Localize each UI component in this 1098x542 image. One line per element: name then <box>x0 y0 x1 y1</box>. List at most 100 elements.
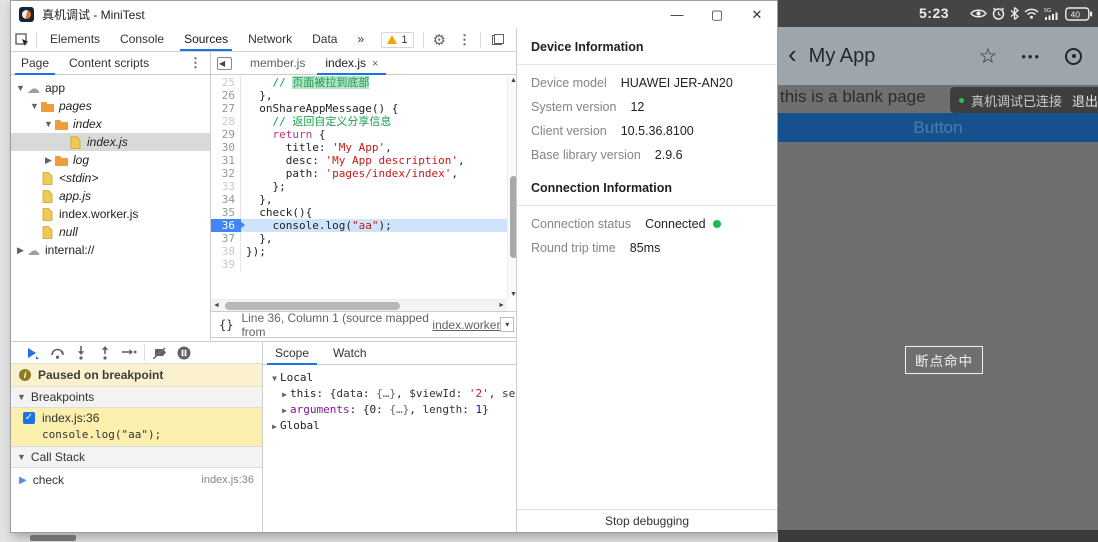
triangle-right-icon[interactable]: ▶ <box>43 155 54 166</box>
record-icon[interactable] <box>1065 48 1082 65</box>
triangle-down-icon[interactable]: ▼ <box>29 101 40 111</box>
editor-tab-member-js[interactable]: member.js <box>240 52 315 75</box>
code-line-39[interactable]: 39 <box>211 258 507 271</box>
line-number[interactable]: 30 <box>211 141 241 154</box>
line-number[interactable]: 39 <box>211 258 241 271</box>
gear-icon[interactable]: ⚙ <box>433 31 446 49</box>
line-number[interactable]: 27 <box>211 102 241 115</box>
line-number[interactable]: 29 <box>211 128 241 141</box>
line-number[interactable]: 32 <box>211 167 241 180</box>
devtools-tab-sources[interactable]: Sources <box>174 28 238 51</box>
line-number[interactable]: 26 <box>211 89 241 102</box>
devtools-tab-network[interactable]: Network <box>238 28 302 51</box>
triangle-right-icon[interactable]: ▶ <box>269 418 280 434</box>
step-into-icon[interactable] <box>69 346 93 360</box>
status-more-icon[interactable]: ▾ <box>500 317 514 332</box>
tree-item-pages[interactable]: ▼pages <box>11 97 210 115</box>
scope-row-3[interactable]: ▶Global <box>269 418 518 434</box>
triangle-right-icon[interactable]: ▶ <box>15 245 26 256</box>
code-line-33[interactable]: 33 }; <box>211 180 507 193</box>
tree-item-internal-[interactable]: ▶☁internal:// <box>11 241 210 259</box>
code-line-34[interactable]: 34 }, <box>211 193 507 206</box>
tree-item-log[interactable]: ▶log <box>11 151 210 169</box>
tab-watch[interactable]: Watch <box>321 342 379 365</box>
undock-icon[interactable] <box>492 34 504 45</box>
tree-item-index[interactable]: ▼index <box>11 115 210 133</box>
code-editor[interactable]: 25 // 页面被拉到底部26 },27 onShareAppMessage()… <box>211 76 507 299</box>
call-stack-frame[interactable]: ▶ check index.js:36 <box>11 468 262 492</box>
code-line-28[interactable]: 28 // 返回自定义分享信息 <box>211 115 507 128</box>
triangle-down-icon[interactable]: ▼ <box>269 370 280 386</box>
line-number[interactable]: 38 <box>211 245 241 258</box>
tree-item-index-js[interactable]: index.js <box>11 133 210 151</box>
call-stack-section-header[interactable]: ▼ Call Stack <box>11 447 262 468</box>
line-number[interactable]: 33 <box>211 180 241 193</box>
back-icon[interactable]: ‹ <box>788 39 797 70</box>
triangle-down-icon[interactable]: ▼ <box>43 119 54 129</box>
favorite-star-icon[interactable]: ☆ <box>979 44 998 69</box>
minimize-button[interactable]: — <box>657 2 697 28</box>
code-line-35[interactable]: 35 check(){ <box>211 206 507 219</box>
inspect-element-icon[interactable] <box>11 33 33 47</box>
step-over-icon[interactable] <box>45 347 69 359</box>
warnings-badge[interactable]: 1 <box>381 32 413 48</box>
code-line-38[interactable]: 38}); <box>211 245 507 258</box>
editor-tab-index-js[interactable]: index.js× <box>315 52 388 75</box>
tree-item--stdin-[interactable]: <stdin> <box>11 169 210 187</box>
horizontal-scrollbar[interactable]: ◄ ► <box>211 299 507 311</box>
more-tabs-chevron[interactable]: » <box>347 28 374 51</box>
scope-row-1[interactable]: ▶this: {data: {…}, $viewId: '2', setData… <box>269 386 518 402</box>
stop-debugging-button[interactable]: Stop debugging <box>517 509 777 532</box>
resume-script-icon[interactable] <box>21 347 45 359</box>
triangle-right-icon[interactable]: ▶ <box>279 386 290 402</box>
tree-item-null[interactable]: null <box>11 223 210 241</box>
tab-scope[interactable]: Scope <box>263 342 321 365</box>
code-line-31[interactable]: 31 desc: 'My App description', <box>211 154 507 167</box>
step-out-icon[interactable] <box>93 346 117 360</box>
kebab-menu-icon[interactable]: ⋮ <box>458 32 471 48</box>
close-tab-icon[interactable]: × <box>372 58 378 70</box>
code-line-27[interactable]: 27 onShareAppMessage() { <box>211 102 507 115</box>
code-line-25[interactable]: 25 // 页面被拉到底部 <box>211 76 507 89</box>
close-button[interactable]: ✕ <box>737 2 777 28</box>
devtools-tab-data[interactable]: Data <box>302 28 347 51</box>
breakpoint-checkbox[interactable]: ✓ <box>23 412 35 424</box>
collapse-panel-icon[interactable]: ◀ <box>217 57 232 70</box>
tree-item-app-js[interactable]: app.js <box>11 187 210 205</box>
pause-on-exceptions-icon[interactable] <box>172 346 196 360</box>
code-line-26[interactable]: 26 }, <box>211 89 507 102</box>
step-icon[interactable] <box>117 348 141 358</box>
line-number[interactable]: 31 <box>211 154 241 167</box>
triangle-down-icon[interactable]: ▼ <box>15 83 26 93</box>
line-number[interactable]: 37 <box>211 232 241 245</box>
maximize-button[interactable]: ▢ <box>697 2 737 28</box>
toast-exit-button[interactable]: 退出 <box>1072 91 1098 110</box>
line-number[interactable]: 25 <box>211 76 241 89</box>
tree-item-app[interactable]: ▼☁app <box>11 79 210 97</box>
miniapp-button[interactable]: Button <box>778 113 1098 142</box>
triangle-right-icon[interactable]: ▶ <box>279 402 290 418</box>
breakpoints-section-header[interactable]: ▼ Breakpoints <box>11 387 262 408</box>
devtools-tab-elements[interactable]: Elements <box>40 28 110 51</box>
source-map-link[interactable]: index.worker <box>432 318 500 332</box>
more-menu-icon[interactable]: ••• <box>1021 49 1041 64</box>
line-number[interactable]: 35 <box>211 206 241 219</box>
scope-row-2[interactable]: ▶arguments: {0: {…}, length: 1} <box>269 402 518 418</box>
pretty-print-icon[interactable]: {} <box>219 318 233 332</box>
line-number[interactable]: 34 <box>211 193 241 206</box>
code-line-30[interactable]: 30 title: 'My App', <box>211 141 507 154</box>
tab-content-scripts[interactable]: Content scripts <box>59 52 159 75</box>
devtools-tab-console[interactable]: Console <box>110 28 174 51</box>
code-line-37[interactable]: 37 }, <box>211 232 507 245</box>
code-line-36[interactable]: 36 console.log("aa"); <box>211 219 507 232</box>
deactivate-breakpoints-icon[interactable] <box>148 346 172 359</box>
scope-row-0[interactable]: ▼Local <box>269 370 518 386</box>
code-line-32[interactable]: 32 path: 'pages/index/index', <box>211 167 507 180</box>
sidebar-kebab-icon[interactable]: ⋮ <box>189 55 202 71</box>
code-line-29[interactable]: 29 return { <box>211 128 507 141</box>
breakpoint-entry[interactable]: ✓ index.js:36 console.log("aa"); <box>11 408 262 447</box>
tab-page[interactable]: Page <box>11 52 59 75</box>
line-number[interactable]: 36 <box>211 219 241 232</box>
line-number[interactable]: 28 <box>211 115 241 128</box>
tree-item-index-worker-js[interactable]: index.worker.js <box>11 205 210 223</box>
